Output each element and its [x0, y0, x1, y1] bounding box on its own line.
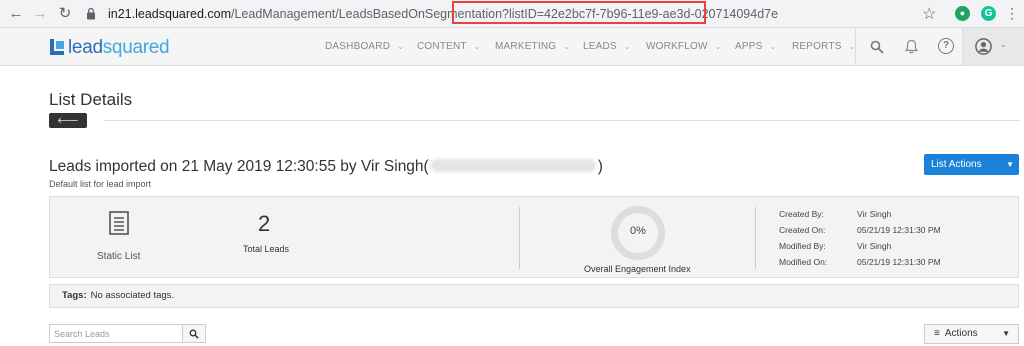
- chevron-down-icon: ⌄: [623, 42, 631, 51]
- meta-key: Created On:: [779, 225, 826, 235]
- menu-workflow[interactable]: WORKFLOW ⌄: [646, 41, 722, 52]
- back-arrow-icon[interactable]: ←: [6, 4, 26, 24]
- list-heading-text: Leads imported on 21 May 2019 12:30:55 b…: [49, 158, 429, 175]
- caret-down-icon: ▼: [1002, 329, 1010, 338]
- summary-divider: [755, 207, 756, 269]
- document-list-icon: [109, 211, 129, 235]
- browser-menu-icon[interactable]: ⋮: [1005, 5, 1019, 22]
- bookmark-star-icon[interactable]: ☆: [922, 4, 936, 24]
- engagement-value: 0%: [630, 225, 646, 237]
- summary-divider: [519, 207, 520, 269]
- total-leads-label: Total Leads: [243, 244, 290, 254]
- menu-leads[interactable]: LEADS ⌄: [583, 41, 631, 52]
- lock-icon: [87, 7, 95, 20]
- menu-bars-icon: ≡: [934, 328, 940, 339]
- logo-text-squared: squared: [102, 37, 170, 58]
- arrow-left-icon: 🡐: [57, 116, 79, 125]
- chevron-down-icon: ⌄: [473, 42, 481, 51]
- engagement-ring: 0%: [611, 206, 665, 260]
- menu-label: DASHBOARD: [325, 41, 391, 52]
- help-icon[interactable]: ?: [938, 38, 954, 54]
- menu-marketing[interactable]: MARKETING ⌄: [495, 41, 570, 52]
- logo-mark-icon: [50, 39, 64, 55]
- search-leads-input[interactable]: [49, 324, 183, 343]
- grammarly-icon[interactable]: G: [981, 6, 996, 21]
- meta-value: Vir Singh: [857, 241, 892, 251]
- meta-key: Created By:: [779, 209, 824, 219]
- list-heading: Leads imported on 21 May 2019 12:30:55 b…: [49, 158, 603, 176]
- url-highlight-box: [452, 1, 706, 24]
- meta-key: Modified On:: [779, 257, 828, 267]
- list-actions-label: List Actions: [931, 159, 982, 170]
- menu-dashboard[interactable]: DASHBOARD ⌄: [325, 41, 404, 52]
- chevron-down-icon: ⌄: [769, 42, 777, 51]
- tags-panel: Tags: No associated tags.: [49, 284, 1019, 308]
- forward-arrow-icon[interactable]: →: [30, 4, 50, 24]
- menu-label: LEADS: [583, 41, 617, 52]
- list-heading-end: ): [597, 158, 603, 175]
- menu-reports[interactable]: REPORTS ⌄: [792, 41, 855, 52]
- list-summary-panel: Static List 2 Total Leads 0% Overall Eng…: [49, 196, 1019, 278]
- list-description: Default list for lead import: [49, 179, 152, 189]
- chevron-down-icon: ⌄: [397, 42, 405, 51]
- browser-toolbar: ← → ↻ in21.leadsquared.com/LeadManagemen…: [0, 0, 1024, 28]
- actions-label: Actions: [944, 328, 978, 339]
- caret-down-icon: ▼: [1006, 160, 1014, 169]
- menu-label: REPORTS: [792, 41, 842, 52]
- extension-icon[interactable]: ●: [955, 6, 970, 21]
- menu-apps[interactable]: APPS ⌄: [735, 41, 776, 52]
- back-button[interactable]: 🡐 Back: [49, 113, 87, 140]
- search-icon[interactable]: [870, 40, 884, 54]
- url-host: in21.leadsquared.com: [108, 7, 231, 21]
- tags-value: No associated tags.: [90, 290, 175, 301]
- list-type-label: Static List: [97, 251, 141, 262]
- chevron-down-icon: ⌄: [563, 42, 571, 51]
- search-icon: [189, 329, 199, 339]
- user-menu[interactable]: ⌄: [962, 28, 1024, 65]
- chevron-down-icon: ⌄: [714, 42, 722, 51]
- tags-label: Tags:: [62, 290, 87, 301]
- menu-label: WORKFLOW: [646, 41, 708, 52]
- logo-text-lead: lead: [68, 37, 103, 58]
- back-label: Back: [59, 131, 77, 140]
- meta-value: 05/21/19 12:31:30 PM: [857, 257, 941, 267]
- title-divider: [104, 120, 1020, 121]
- menu-label: MARKETING: [495, 41, 557, 52]
- lead-search: [49, 324, 206, 343]
- chevron-down-icon: ⌄: [1000, 40, 1007, 49]
- list-actions-button[interactable]: List Actions ▼: [924, 154, 1019, 175]
- bell-icon[interactable]: [905, 39, 918, 54]
- actions-dropdown-button[interactable]: ≡ Actions ▼: [924, 324, 1019, 344]
- app-header: leadsquared DASHBOARD ⌄ CONTENT ⌄ MARKETIN…: [0, 28, 1024, 66]
- redacted-email: [430, 159, 596, 172]
- engagement-label: Overall Engagement Index: [584, 264, 691, 274]
- page-title: List Details: [49, 90, 133, 109]
- user-avatar-icon: [975, 38, 992, 55]
- total-leads-count: 2: [258, 211, 271, 236]
- search-button[interactable]: [182, 324, 206, 343]
- reload-icon[interactable]: ↻: [55, 4, 75, 24]
- menu-content[interactable]: CONTENT ⌄: [417, 41, 481, 52]
- menu-label: APPS: [735, 41, 763, 52]
- header-divider: [855, 28, 856, 65]
- meta-value: 05/21/19 12:31:30 PM: [857, 225, 941, 235]
- menu-label: CONTENT: [417, 41, 467, 52]
- logo-text: leadsquared: [68, 37, 170, 59]
- meta-value: Vir Singh: [857, 209, 892, 219]
- meta-key: Modified By:: [779, 241, 826, 251]
